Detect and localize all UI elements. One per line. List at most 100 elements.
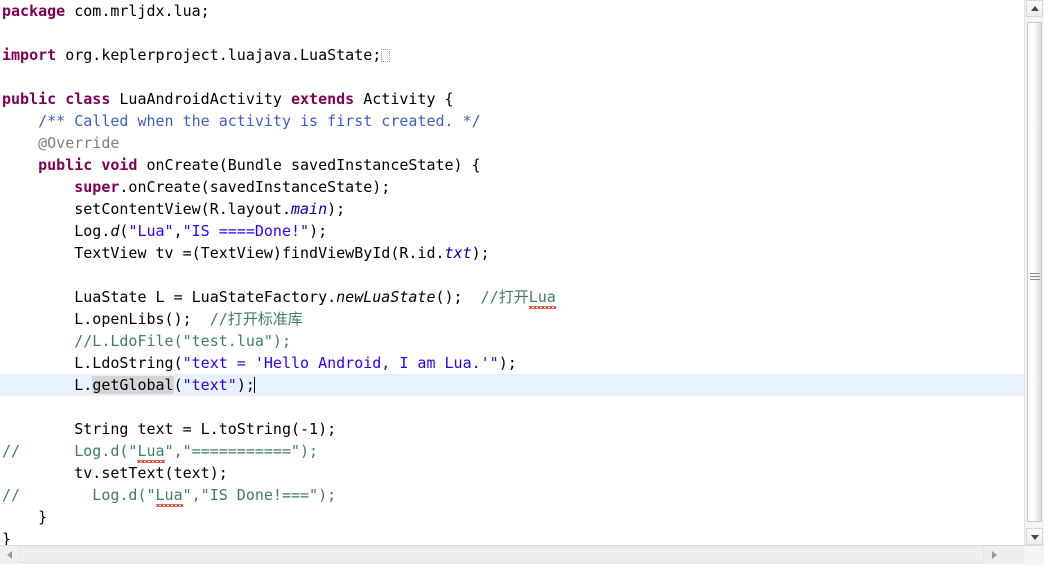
code-text: ); xyxy=(236,376,255,394)
horizontal-scrollbar-track[interactable] xyxy=(19,547,984,563)
code-line[interactable]: String text = L.toString(-1); xyxy=(0,418,1024,440)
code-line[interactable]: super.onCreate(savedInstanceState); xyxy=(0,176,1024,198)
code-static-field: txt xyxy=(444,244,472,262)
chevron-down-icon xyxy=(1030,534,1039,540)
code-keyword: public xyxy=(2,90,57,108)
code-text: ( xyxy=(173,376,183,394)
vertical-scrollbar-thumb[interactable] xyxy=(1027,22,1042,522)
code-text: LuaAndroidActivity xyxy=(110,90,291,108)
scroll-left-arrow-button[interactable] xyxy=(2,547,18,563)
code-text: LuaState L = LuaStateFactory. xyxy=(2,288,337,306)
code-line[interactable]: /** Called when the activity is first cr… xyxy=(0,110,1024,132)
scroll-up-arrow-button[interactable] xyxy=(1026,0,1043,17)
spellcheck-word: Lua xyxy=(528,288,556,309)
code-text: ); xyxy=(309,222,328,240)
code-static-field: main xyxy=(290,200,328,218)
chevron-right-icon xyxy=(992,551,997,559)
code-text: L.openLibs(); xyxy=(2,310,210,328)
code-text: } xyxy=(2,508,48,526)
code-static-method: newLuaState xyxy=(336,288,436,306)
code-keyword: class xyxy=(65,90,111,108)
code-annotation: @Override xyxy=(38,134,120,152)
code-string: "Lua" xyxy=(128,222,174,240)
horizontal-scrollbar[interactable] xyxy=(0,545,1044,565)
code-text: Activity { xyxy=(354,90,454,108)
code-text: } xyxy=(2,530,12,545)
code-line[interactable]: LuaState L = LuaStateFactory.newLuaState… xyxy=(0,286,1024,309)
chevron-left-icon xyxy=(7,551,12,559)
spellcheck-word: Lua xyxy=(137,442,165,463)
code-comment: //L.LdoFile("test.lua"); xyxy=(74,332,291,350)
code-text: .onCreate(savedInstanceState); xyxy=(119,178,391,196)
code-line[interactable]: package com.mrljdx.lua; xyxy=(0,0,1024,22)
code-javadoc: /** Called when the activity is first cr… xyxy=(38,112,481,130)
code-line[interactable] xyxy=(0,66,1024,88)
code-keyword: extends xyxy=(291,90,355,108)
code-string: "IS ====Done!" xyxy=(182,222,310,240)
code-text: (); xyxy=(435,288,481,306)
code-line[interactable]: } xyxy=(0,528,1024,545)
text-caret xyxy=(253,377,255,393)
code-line[interactable]: L.openLibs(); //打开标准库 xyxy=(0,308,1024,330)
code-occurrence-highlight: getGlobal xyxy=(92,376,174,394)
code-text: tv.setText(text); xyxy=(2,464,228,482)
code-text: String text = L.toString(-1); xyxy=(2,420,337,438)
code-text: Log. xyxy=(2,222,111,240)
code-comment: //打开标准库 xyxy=(209,310,303,328)
code-line[interactable]: TextView tv =(TextView)findViewById(R.id… xyxy=(0,242,1024,264)
code-comment: ","IS Done!==="); xyxy=(182,486,337,504)
code-line[interactable]: // Log.d("Lua","IS Done!==="); xyxy=(0,484,1024,507)
code-line[interactable]: setContentView(R.layout.main); xyxy=(0,198,1024,220)
code-text: org.keplerproject.luajava.LuaState; xyxy=(56,46,382,64)
code-line[interactable]: public class LuaAndroidActivity extends … xyxy=(0,88,1024,110)
code-text: TextView tv =(TextView)findViewById(R.id… xyxy=(2,244,445,262)
code-line[interactable]: L.LdoString("text = 'Hello Android, I am… xyxy=(0,352,1024,374)
code-line[interactable] xyxy=(0,264,1024,286)
code-text: setContentView(R.layout. xyxy=(2,200,291,218)
code-line[interactable]: } xyxy=(0,506,1024,528)
code-line[interactable]: //L.LdoFile("test.lua"); xyxy=(0,330,1024,352)
code-line[interactable]: tv.setText(text); xyxy=(0,462,1024,484)
code-line[interactable] xyxy=(0,396,1024,418)
code-text: , xyxy=(173,222,183,240)
code-line[interactable]: public void onCreate(Bundle savedInstanc… xyxy=(0,154,1024,176)
code-keyword: void xyxy=(101,156,138,174)
code-text: ); xyxy=(471,244,490,262)
code-editor-window: package com.mrljdx.lua; import org.keple… xyxy=(0,0,1044,565)
scrollbar-grip-icon xyxy=(1029,273,1040,282)
code-keyword: public xyxy=(38,156,93,174)
code-line[interactable]: import org.keplerproject.luajava.LuaStat… xyxy=(0,44,1024,66)
code-text: com.mrljdx.lua; xyxy=(65,2,210,20)
scrollbar-corner xyxy=(1024,546,1044,565)
code-text: ); xyxy=(327,200,346,218)
code-string: "text = 'Hello Android, I am Lua.'" xyxy=(182,354,499,372)
code-text: ); xyxy=(498,354,517,372)
chevron-up-icon xyxy=(1030,5,1039,11)
vertical-scrollbar[interactable] xyxy=(1024,0,1044,545)
code-keyword: super xyxy=(74,178,120,196)
code-text: L.LdoString( xyxy=(2,354,183,372)
code-string: "text" xyxy=(182,376,237,394)
code-comment: // Log.d(" xyxy=(2,486,156,504)
code-text: L. xyxy=(2,376,93,394)
code-comment: //打开 xyxy=(480,288,529,306)
scroll-down-arrow-button[interactable] xyxy=(1026,528,1043,545)
code-line[interactable]: Log.d("Lua","IS ====Done!"); xyxy=(0,220,1024,242)
code-keyword: import xyxy=(2,46,57,64)
scroll-right-arrow-button[interactable] xyxy=(986,547,1002,563)
code-text-area[interactable]: package com.mrljdx.lua; import org.keple… xyxy=(0,0,1024,545)
code-comment: // Log.d(" xyxy=(2,442,138,460)
code-line-current[interactable]: L.getGlobal("text"); xyxy=(0,374,1024,396)
unrenderable-glyph-icon xyxy=(381,49,391,62)
code-line[interactable]: // Log.d("Lua","==========="); xyxy=(0,440,1024,463)
code-line[interactable]: @Override xyxy=(0,132,1024,154)
code-comment: ","==========="); xyxy=(164,442,319,460)
code-line[interactable] xyxy=(0,22,1024,44)
spellcheck-word: Lua xyxy=(155,486,183,507)
